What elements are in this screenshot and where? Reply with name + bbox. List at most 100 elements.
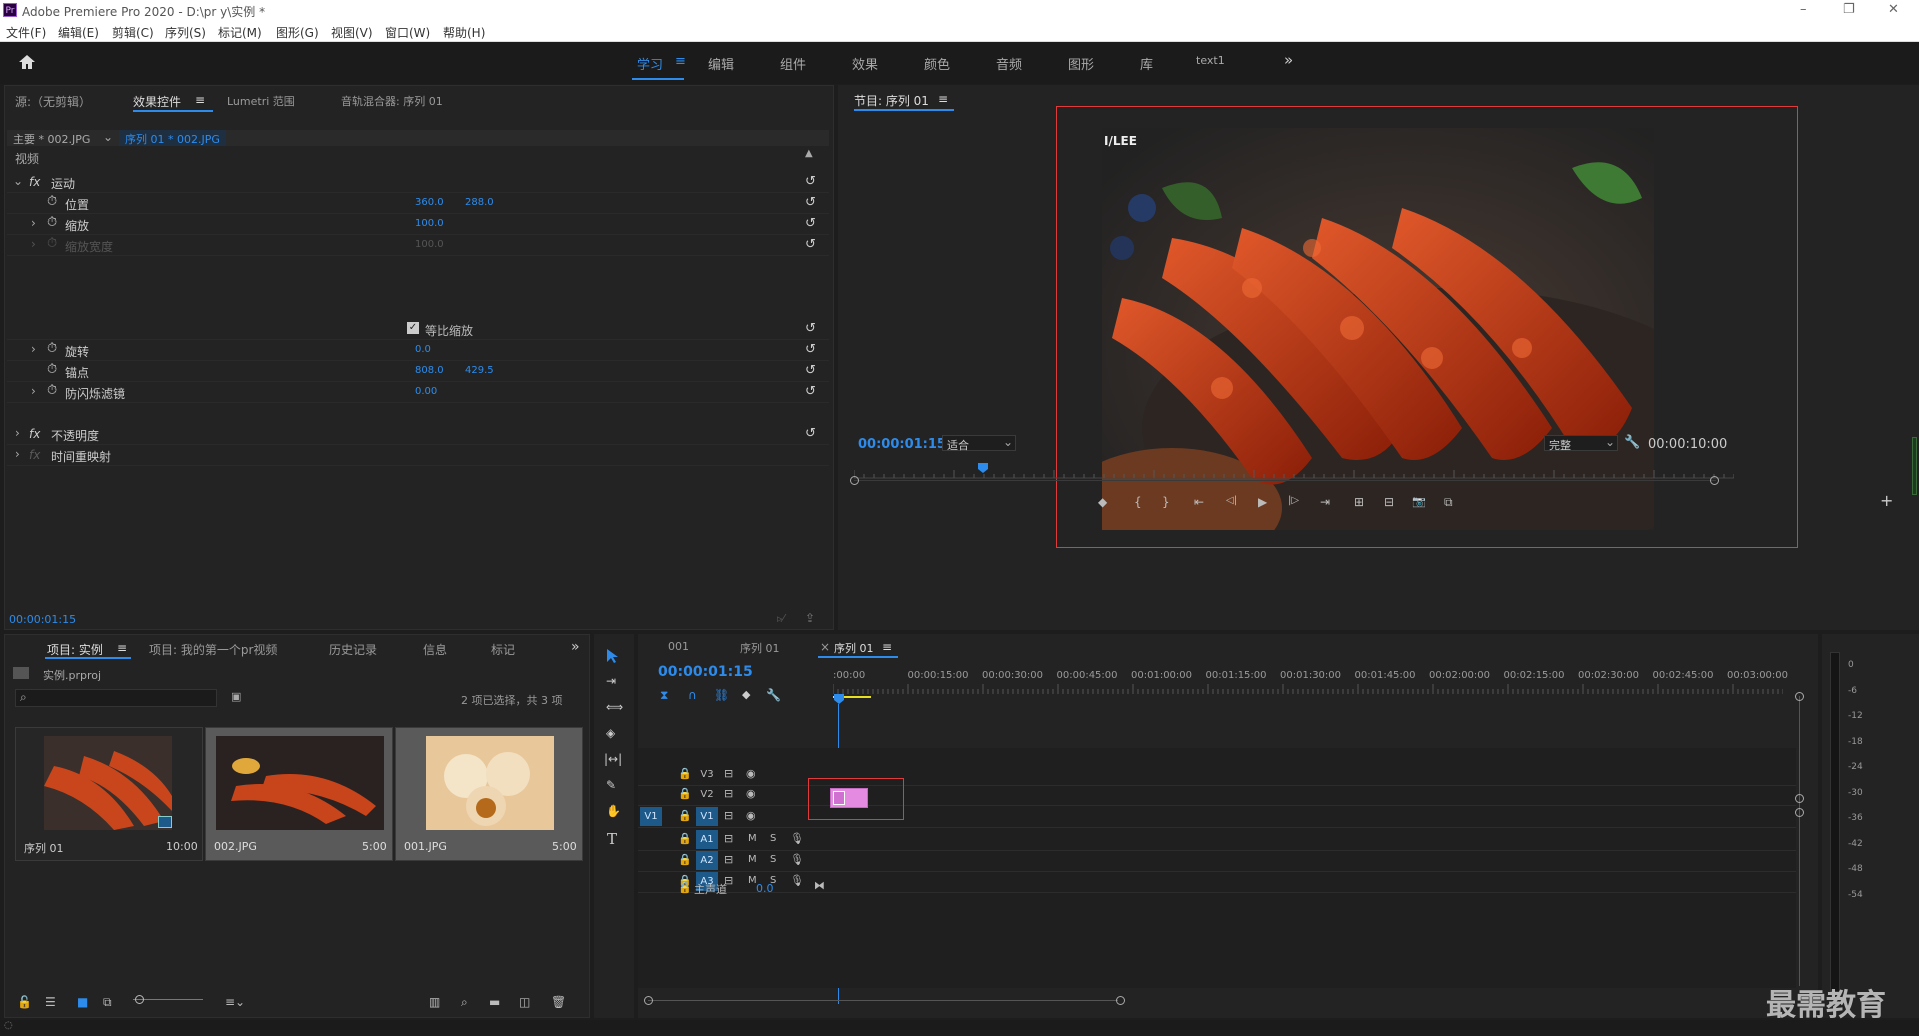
chevron-right-icon[interactable]: › <box>15 426 20 440</box>
mark-in-icon[interactable]: { <box>1134 495 1142 509</box>
project-item-002[interactable]: 002.JPG 5:00 <box>205 727 393 861</box>
chevron-right-icon[interactable]: › <box>31 237 36 251</box>
stopwatch-icon[interactable]: ⏱ <box>47 194 57 209</box>
timeline-ruler[interactable]: :00:00 00:00:15:00 00:00:30:00 00:00:45:00 0… <box>833 668 1788 704</box>
chevron-down-icon[interactable]: ⌄ <box>103 130 113 144</box>
fit-dropdown[interactable]: 适合 ⌄ <box>942 435 1016 452</box>
eye-icon[interactable]: ◉ <box>746 787 756 800</box>
property-value-1[interactable]: 100.0 <box>415 239 444 250</box>
automate-to-sequence-icon[interactable]: ▥ <box>429 995 440 1009</box>
add-marker-icon[interactable]: ◆ <box>742 688 750 701</box>
menu-file[interactable]: 文件(F) <box>6 24 46 41</box>
master-volume-value[interactable]: 0.0 <box>756 882 774 895</box>
reset-icon[interactable]: ↺ <box>805 216 816 231</box>
minimize-button[interactable]: – <box>1800 2 1807 17</box>
vscroll-handle-top[interactable] <box>1795 692 1804 701</box>
track-target-v1[interactable]: V1 <box>696 807 718 826</box>
more-tabs-icon[interactable]: » <box>571 639 580 655</box>
tab-timeline-seq01-active[interactable]: 序列 01 <box>834 640 874 656</box>
close-button[interactable]: ✕ <box>1888 2 1899 17</box>
lift-icon[interactable]: ⊞ <box>1354 495 1364 509</box>
add-button-icon[interactable]: + <box>1880 491 1893 510</box>
filter-icon[interactable]: ▹⁄ <box>777 612 784 625</box>
workspace-libraries[interactable]: 库 <box>1140 54 1153 73</box>
toggle-sync-lock-icon[interactable]: ⊟ <box>724 767 733 780</box>
menu-window[interactable]: 窗口(W) <box>385 24 430 41</box>
track-target-a2[interactable]: A2 <box>696 851 718 870</box>
project-item-001[interactable]: 001.JPG 5:00 <box>395 727 583 861</box>
tab-source[interactable]: 源:（无剪辑） <box>15 93 91 110</box>
effect-controls-timecode[interactable]: 00:00:01:15 <box>9 613 76 626</box>
mark-out-icon[interactable]: } <box>1162 495 1170 509</box>
microphone-icon[interactable]: 🎙 <box>790 832 804 845</box>
go-to-end-icon[interactable]: ⧓ <box>814 879 825 892</box>
comparison-view-icon[interactable]: ⧉ <box>1444 495 1453 510</box>
slip-tool-icon[interactable]: |↔| <box>604 752 622 766</box>
reset-icon[interactable]: ↺ <box>805 321 816 336</box>
toggle-sync-lock-icon[interactable]: ⊟ <box>724 832 733 845</box>
menu-view[interactable]: 视图(V) <box>331 24 373 41</box>
tab-timeline-001[interactable]: 001 <box>668 640 689 653</box>
trash-icon[interactable]: 🗑 <box>551 995 566 1009</box>
reset-icon[interactable]: ↺ <box>805 426 816 441</box>
property-row-rotation[interactable]: › ⏱ 旋转 0.0 ↺ <box>7 340 829 361</box>
new-item-icon[interactable]: ◫ <box>519 995 530 1009</box>
opacity-effect-row[interactable]: › fx 不透明度 ↺ <box>7 424 829 445</box>
step-back-icon[interactable]: ◁| <box>1226 495 1237 506</box>
toggle-sync-lock-icon[interactable]: ⊟ <box>724 853 733 866</box>
property-row-anchor-point[interactable]: ⏱ 锚点 808.0 429.5 ↺ <box>7 361 829 382</box>
stopwatch-icon[interactable]: ⏱ <box>47 341 57 356</box>
zoom-bar[interactable] <box>854 480 1716 481</box>
sort-icon[interactable]: ≡⌄ <box>225 995 245 1009</box>
reset-icon[interactable]: ↺ <box>805 237 816 252</box>
tab-menu-icon[interactable]: ≡ <box>195 93 205 107</box>
menu-marker[interactable]: 标记(M) <box>218 24 262 41</box>
new-bin-icon[interactable]: ▬ <box>489 995 500 1009</box>
workspace-learn[interactable]: 学习 <box>637 54 663 73</box>
timeline-menu-icon[interactable]: ≡ <box>882 640 892 654</box>
microphone-icon[interactable]: 🎙 <box>790 853 804 866</box>
razor-tool-icon[interactable]: ◈ <box>606 726 615 740</box>
property-value-1[interactable]: 0.00 <box>415 386 437 397</box>
type-tool-icon[interactable]: T <box>607 830 617 848</box>
tab-markers[interactable]: 标记 <box>491 641 515 658</box>
source-patch-v1[interactable]: V1 <box>640 807 662 826</box>
stopwatch-icon[interactable]: ⏱ <box>47 215 57 230</box>
time-remap-row[interactable]: › fx 时间重映射 <box>7 445 829 466</box>
tab-lumetri-scopes[interactable]: Lumetri 范围 <box>227 93 295 109</box>
zoom-handle-left[interactable] <box>850 476 859 485</box>
program-menu-icon[interactable]: ≡ <box>938 92 948 106</box>
toggle-sync-lock-icon[interactable]: ⊟ <box>724 809 733 822</box>
reset-icon[interactable]: ↺ <box>805 384 816 399</box>
scroll-indicator[interactable] <box>1912 437 1917 495</box>
property-value-1[interactable]: 360.0 <box>415 197 444 208</box>
snap-icon[interactable]: ∩ <box>688 688 697 702</box>
scroll-up-icon[interactable]: ▲ <box>805 148 813 159</box>
stopwatch-icon[interactable]: ⏱ <box>47 362 57 377</box>
track-target-v2[interactable]: V2 <box>696 785 718 804</box>
workspace-more-icon[interactable]: » <box>1284 51 1293 69</box>
motion-effect-row[interactable]: ⌄ fx 运动 ↺ <box>7 172 829 193</box>
restore-button[interactable]: ❐ <box>1843 2 1855 17</box>
vscroll-handle-mid[interactable] <box>1795 794 1804 803</box>
reset-icon[interactable]: ↺ <box>805 174 816 189</box>
settings-wrench-icon[interactable]: 🔧 <box>1624 435 1640 450</box>
step-forward-icon[interactable]: |▷ <box>1288 495 1299 506</box>
project-search-input[interactable]: ⌕ <box>15 689 217 707</box>
timeline-settings-wrench-icon[interactable]: 🔧 <box>766 688 781 702</box>
lock-icon[interactable]: 🔒 <box>678 809 692 822</box>
solo-button[interactable]: S <box>770 833 776 844</box>
menu-graphics[interactable]: 图形(G) <box>276 24 319 41</box>
go-to-out-icon[interactable]: ⇥ <box>1320 495 1330 509</box>
vscroll-handle-bottom[interactable] <box>1795 808 1804 817</box>
chevron-right-icon[interactable]: › <box>31 342 36 356</box>
eye-icon[interactable]: ◉ <box>746 767 756 780</box>
timeline-clip[interactable] <box>830 788 868 808</box>
eye-icon[interactable]: ◉ <box>746 809 756 822</box>
mute-button[interactable]: M <box>748 854 757 865</box>
chevron-right-icon[interactable]: › <box>31 384 36 398</box>
find-icon[interactable]: ⌕ <box>461 995 468 1010</box>
timeline-horizontal-scrollbar[interactable] <box>648 1000 1118 1001</box>
workspace-graphics[interactable]: 图形 <box>1068 54 1094 73</box>
tab-close-icon[interactable]: × <box>820 640 830 654</box>
